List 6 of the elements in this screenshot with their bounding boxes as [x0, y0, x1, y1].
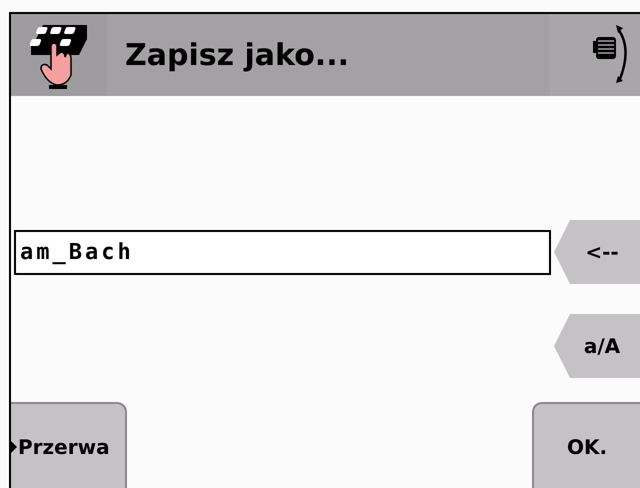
cancel-button[interactable]: Przerwa	[11, 402, 127, 488]
case-toggle-button[interactable]: a/A	[554, 314, 640, 378]
ok-button[interactable]: OK.	[532, 402, 640, 488]
window-title: Zapisz jako...	[125, 38, 350, 72]
file-name-field[interactable]: am_Bach	[14, 230, 551, 274]
backspace-button[interactable]: <--	[554, 220, 640, 284]
